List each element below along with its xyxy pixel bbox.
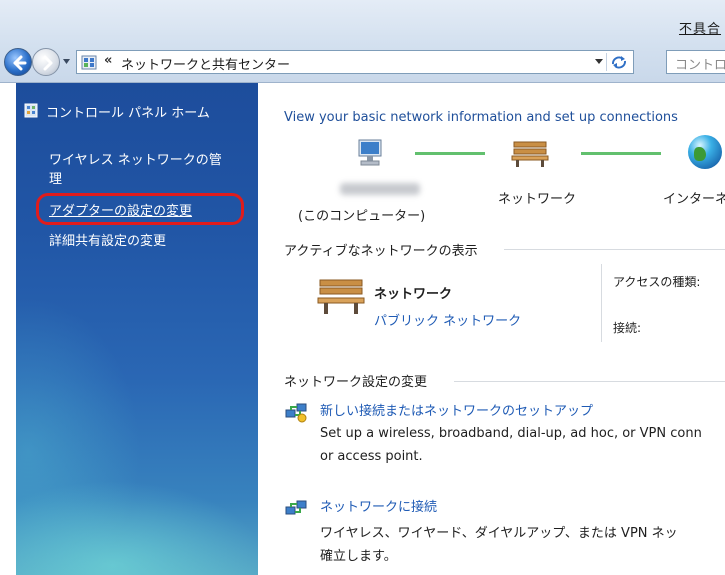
- change-settings-heading: ネットワーク設定の変更: [284, 375, 428, 390]
- search-input[interactable]: コントロ: [666, 50, 725, 74]
- computer-icon[interactable]: [353, 138, 387, 168]
- computer-label: (このコンピューター): [298, 209, 426, 224]
- bench-icon: [317, 279, 365, 314]
- active-networks-heading: アクティブなネットワークの表示: [284, 244, 478, 259]
- arrow-left-icon: [13, 55, 27, 71]
- access-type-label: アクセスの種類:: [613, 275, 701, 289]
- sidebar-item-advanced-sharing[interactable]: 詳細共有設定の変更: [49, 230, 166, 249]
- window-edge: [0, 83, 16, 575]
- internet-label: インターネ: [663, 192, 725, 207]
- section-divider: [504, 249, 725, 250]
- globe-icon[interactable]: [688, 135, 722, 169]
- window-toolbar: 不具合 « ネットワークと共有センター コントロ: [0, 0, 725, 83]
- connect-network-desc: ワイヤレス、ワイヤード、ダイヤルアップ、または VPN ネッ: [320, 526, 678, 541]
- back-button[interactable]: [4, 48, 32, 76]
- connection-label: 接続:: [613, 321, 642, 335]
- search-placeholder: コントロ: [675, 58, 725, 73]
- connect-network-desc-cont: 確立します。: [320, 549, 397, 564]
- new-connection-icon: [285, 403, 307, 423]
- breadcrumb-path[interactable]: ネットワークと共有センター: [121, 54, 290, 73]
- connect-network-link[interactable]: ネットワークに接続: [320, 496, 437, 515]
- network-type-link[interactable]: パブリック ネットワーク: [374, 310, 521, 329]
- bench-icon[interactable]: [510, 138, 550, 168]
- address-bar[interactable]: « ネットワークと共有センター: [76, 50, 634, 74]
- page-heading: View your basic network information and …: [284, 110, 678, 125]
- setup-connection-link[interactable]: 新しい接続またはネットワークのセットアップ: [320, 400, 593, 419]
- vertical-divider: [601, 264, 602, 342]
- address-dropdown-icon[interactable]: [595, 59, 603, 65]
- top-help-link[interactable]: 不具合: [679, 18, 721, 37]
- breadcrumb-chevron[interactable]: «: [104, 53, 112, 68]
- sidebar-item-manage-wireless[interactable]: ワイヤレス ネットワークの管: [49, 149, 222, 168]
- sidebar: コントロール パネル ホーム ワイヤレス ネットワークの管 理 アダプターの設定…: [16, 83, 258, 575]
- main-content: View your basic network information and …: [258, 83, 725, 575]
- refresh-icon[interactable]: [609, 53, 629, 71]
- connection-line: [415, 152, 485, 155]
- forward-button[interactable]: [32, 48, 60, 76]
- setup-connection-desc-cont: or access point.: [320, 449, 423, 464]
- connection-line: [581, 152, 661, 155]
- sidebar-item-manage-wireless-cont[interactable]: 理: [49, 168, 62, 187]
- connect-network-icon: [285, 500, 307, 515]
- network-center-icon: [81, 55, 97, 70]
- sidebar-home-label: コントロール パネル ホーム: [46, 106, 210, 121]
- sidebar-item-adapter-settings[interactable]: アダプターの設定の変更: [49, 200, 192, 219]
- recent-pages-dropdown-icon[interactable]: [62, 57, 71, 66]
- setup-connection-desc: Set up a wireless, broadband, dial-up, a…: [320, 426, 702, 441]
- section-divider: [454, 381, 725, 382]
- computer-name-redacted: [340, 183, 420, 195]
- address-divider: [606, 53, 607, 71]
- arrow-right-icon: [43, 55, 53, 71]
- network-name: ネットワーク: [374, 287, 453, 302]
- control-panel-icon: [24, 103, 38, 118]
- network-label: ネットワーク: [498, 192, 577, 207]
